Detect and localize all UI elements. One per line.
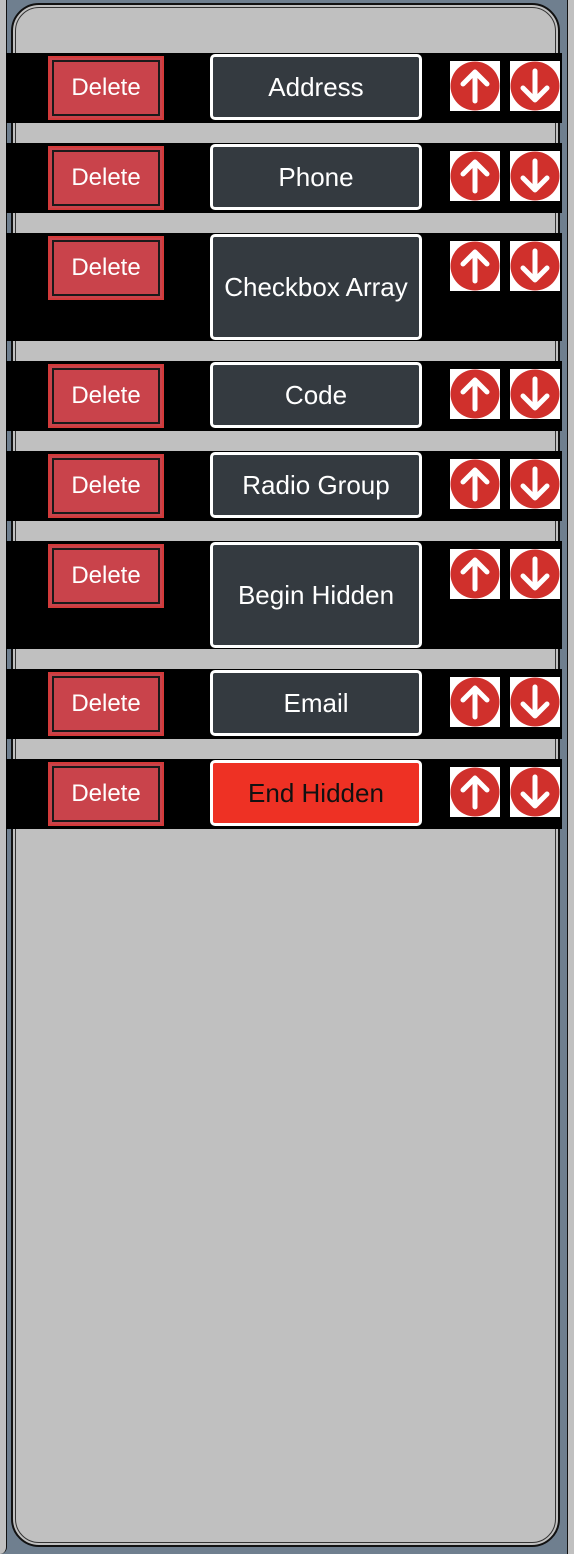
arrow-down-circle-icon xyxy=(510,61,560,111)
field-button-begin-hidden[interactable]: Begin Hidden xyxy=(210,542,422,648)
field-button-email[interactable]: Email xyxy=(210,670,422,736)
arrow-down-circle-icon xyxy=(510,677,560,727)
move-down-button[interactable] xyxy=(510,151,560,201)
move-up-button[interactable] xyxy=(450,151,500,201)
right-edge xyxy=(567,0,574,1554)
delete-button[interactable]: Delete xyxy=(48,544,164,608)
field-button-address[interactable]: Address xyxy=(210,54,422,120)
move-down-button[interactable] xyxy=(510,677,560,727)
move-down-button[interactable] xyxy=(510,241,560,291)
arrow-up-circle-icon xyxy=(450,549,500,599)
field-button-phone[interactable]: Phone xyxy=(210,144,422,210)
delete-button[interactable]: Delete xyxy=(48,454,164,518)
arrow-down-circle-icon xyxy=(510,459,560,509)
app-frame: Delete Address Delete Phone Delete Check… xyxy=(0,0,574,1554)
field-row: Delete Code xyxy=(6,361,562,431)
arrow-down-circle-icon xyxy=(510,549,560,599)
move-up-button[interactable] xyxy=(450,549,500,599)
arrow-down-circle-icon xyxy=(510,369,560,419)
field-row: Delete Phone xyxy=(6,143,562,213)
move-down-button[interactable] xyxy=(510,369,560,419)
arrow-up-circle-icon xyxy=(450,241,500,291)
move-up-button[interactable] xyxy=(450,767,500,817)
move-down-button[interactable] xyxy=(510,459,560,509)
move-up-button[interactable] xyxy=(450,241,500,291)
arrow-down-circle-icon xyxy=(510,151,560,201)
delete-button[interactable]: Delete xyxy=(48,56,164,120)
field-row: Delete End Hidden xyxy=(6,759,562,829)
move-up-button[interactable] xyxy=(450,61,500,111)
field-row: Delete Checkbox Array xyxy=(6,233,562,341)
field-row: Delete Email xyxy=(6,669,562,739)
arrow-down-circle-icon xyxy=(510,241,560,291)
move-up-button[interactable] xyxy=(450,369,500,419)
arrow-up-circle-icon xyxy=(450,369,500,419)
field-row: Delete Radio Group xyxy=(6,451,562,521)
arrow-up-circle-icon xyxy=(450,61,500,111)
field-button-radio-group[interactable]: Radio Group xyxy=(210,452,422,518)
arrow-up-circle-icon xyxy=(450,151,500,201)
field-button-end-hidden[interactable]: End Hidden xyxy=(210,760,422,826)
arrow-up-circle-icon xyxy=(450,677,500,727)
arrow-up-circle-icon xyxy=(450,767,500,817)
delete-button[interactable]: Delete xyxy=(48,146,164,210)
delete-button[interactable]: Delete xyxy=(48,236,164,300)
field-button-checkbox-array[interactable]: Checkbox Array xyxy=(210,234,422,340)
delete-button[interactable]: Delete xyxy=(48,762,164,826)
move-up-button[interactable] xyxy=(450,459,500,509)
move-up-button[interactable] xyxy=(450,677,500,727)
move-down-button[interactable] xyxy=(510,549,560,599)
arrow-up-circle-icon xyxy=(450,459,500,509)
field-row: Delete Address xyxy=(6,53,562,123)
delete-button[interactable]: Delete xyxy=(48,672,164,736)
move-down-button[interactable] xyxy=(510,767,560,817)
move-down-button[interactable] xyxy=(510,61,560,111)
field-rows: Delete Address Delete Phone Delete Check… xyxy=(6,53,562,849)
delete-button[interactable]: Delete xyxy=(48,364,164,428)
field-row: Delete Begin Hidden xyxy=(6,541,562,649)
field-button-code[interactable]: Code xyxy=(210,362,422,428)
arrow-down-circle-icon xyxy=(510,767,560,817)
